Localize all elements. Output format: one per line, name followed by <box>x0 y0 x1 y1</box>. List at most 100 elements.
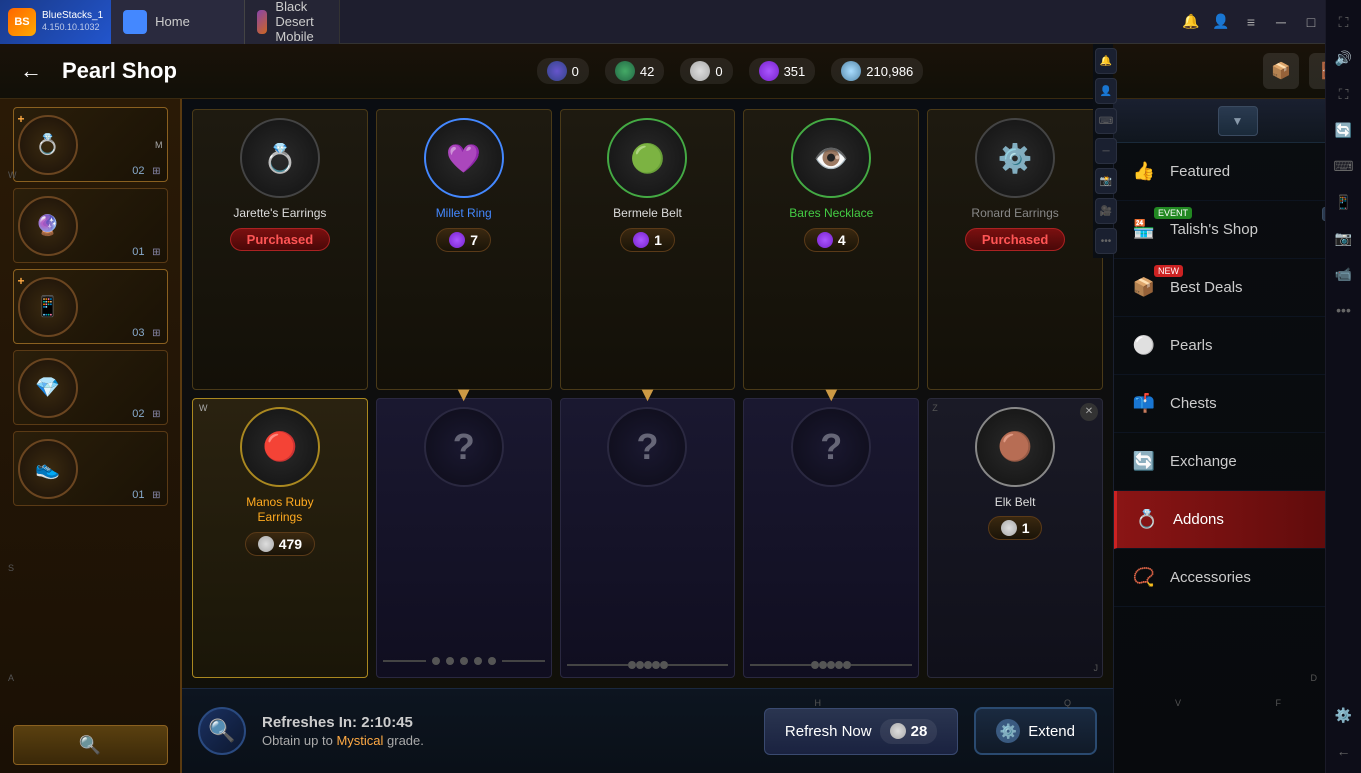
bottom-search-icon[interactable]: 🔍 <box>198 707 246 755</box>
camera2-icon[interactable]: 📷 <box>1330 224 1358 252</box>
nav-item-talish[interactable]: 🏪 Talish's Shop EVENT Tab <box>1114 201 1361 259</box>
currency-moon: 0 <box>537 58 589 84</box>
item-card-mystery-2[interactable]: ? <box>560 398 736 679</box>
bluestacks-logo[interactable]: BS BlueStacks_1 4.150.10.1032 <box>0 0 111 44</box>
nav-item-featured[interactable]: 👍 Featured <box>1114 143 1361 201</box>
item-img-bares: 👁️ <box>791 118 871 198</box>
pearl-white-icon <box>690 61 710 81</box>
expand-icon[interactable]: ⛶ <box>1330 8 1358 36</box>
close-icon-elk[interactable]: ✕ <box>1080 403 1098 421</box>
price-value-bares: 4 <box>838 232 846 248</box>
mystery-circle-2: ? <box>607 407 687 487</box>
pearl-purple-icon <box>759 61 779 81</box>
nav-item-chests[interactable]: 📫 Chests <box>1114 375 1361 433</box>
extend-button[interactable]: ⚙️ Extend <box>974 707 1097 755</box>
item-card-jarettes[interactable]: 💍 Jarette's Earrings Purchased ▼ <box>192 109 368 390</box>
item-price-millet: 7 <box>436 228 491 252</box>
arrow-bermele: ▼ <box>638 384 658 407</box>
ctrl-btn-4[interactable]: ─ <box>1095 138 1117 164</box>
silver-value: 210,986 <box>866 64 913 79</box>
header-bar: ← Pearl Shop 0 42 0 351 210,986 <box>0 44 1361 99</box>
refresh-obtain: Obtain up to <box>262 733 336 748</box>
item-card-millet[interactable]: 💜 Millet Ring 7 ▼ <box>376 109 552 390</box>
item-name-millet: Millet Ring <box>436 206 492 222</box>
item-img-elk: 🟤 <box>975 407 1055 487</box>
price-value-elk: 1 <box>1022 520 1030 536</box>
item-img-bermele: 🟢 <box>607 118 687 198</box>
pearl-white-value: 0 <box>715 64 722 79</box>
item-card-ronard[interactable]: ⚙️ Ronard Earrings Purchased <box>927 109 1103 390</box>
item-card-manos[interactable]: 🔴 Manos RubyEarrings 479 W <box>192 398 368 679</box>
sound-icon[interactable]: 🔊 <box>1330 44 1358 72</box>
mystery-mark-1: ? <box>453 426 475 468</box>
more-icon[interactable]: ••• <box>1330 296 1358 324</box>
item-name-bermele: Bermele Belt <box>613 206 682 222</box>
nav-item-accessories[interactable]: 📿 Accessories <box>1114 549 1361 607</box>
inventory-icon-btn[interactable]: 📦 <box>1263 53 1299 89</box>
ctrl-btn-7[interactable]: ••• <box>1095 228 1117 254</box>
dropdown-header[interactable]: ▼ <box>1114 99 1361 143</box>
slot-4-img: 💎 <box>18 358 78 418</box>
equip-slot-4[interactable]: 💎 02 ⊞ <box>13 350 168 425</box>
item-card-elk[interactable]: 🟤 Elk Belt 1 ✕ J Z <box>927 398 1103 679</box>
phone-icon[interactable]: 📱 <box>1330 188 1358 216</box>
item-card-mystery-3[interactable]: ? <box>743 398 919 679</box>
equip-slot-5[interactable]: 👟 01 ⊞ <box>13 431 168 506</box>
refresh-now-label: Refresh Now <box>785 723 872 740</box>
item-price-bares: 4 <box>804 228 859 252</box>
settings-icon[interactable]: ⚙️ <box>1330 701 1358 729</box>
price-value-bermele: 1 <box>654 232 662 248</box>
nav-item-pearls[interactable]: ⚪ Pearls ▲ <box>1114 317 1361 375</box>
nav-item-best-deals[interactable]: 📦 Best Deals NEW ▼ <box>1114 259 1361 317</box>
equip-slot-3[interactable]: + 📱 03 ⊞ <box>13 269 168 344</box>
corner-key-w: W <box>8 170 17 180</box>
bs-outer-panel: ⛶ 🔊 ⛶ 🔄 ⌨ 📱 📷 📹 ••• ⚙️ ← <box>1325 0 1361 773</box>
item-card-bares[interactable]: 👁️ Bares Necklace 4 ▼ <box>743 109 919 390</box>
ctrl-btn-2[interactable]: 👤 <box>1095 78 1117 104</box>
menu-icon[interactable]: ≡ <box>1241 12 1261 32</box>
ctrl-btn-5[interactable]: 📸 <box>1095 168 1117 194</box>
pearls-icon: ⚪ <box>1130 332 1158 360</box>
pearl-purple-value: 351 <box>784 64 806 79</box>
equip-slot-1[interactable]: + 💍 M 02 ⊞ <box>13 107 168 182</box>
nav-label-best-deals: Best Deals <box>1170 279 1243 296</box>
rotate-icon[interactable]: 🔄 <box>1330 116 1358 144</box>
slot-5-img: 👟 <box>18 439 78 499</box>
back-nav-icon[interactable]: ← <box>1330 737 1358 765</box>
nav-item-addons[interactable]: 💍 Addons ▲ <box>1114 491 1361 549</box>
game-icon <box>257 10 268 34</box>
bell-icon[interactable]: 🔔 <box>1181 12 1201 32</box>
key-f: F <box>1276 698 1282 708</box>
mystery-mark-2: ? <box>636 426 658 468</box>
mystery-mid-1 <box>383 657 545 665</box>
ctrl-btn-1[interactable]: 🔔 <box>1095 48 1117 74</box>
refresh-now-button[interactable]: Refresh Now 28 <box>764 708 958 755</box>
ctrl-btn-3[interactable]: ⌨ <box>1095 108 1117 134</box>
ctrl-btn-6[interactable]: 🎥 <box>1095 198 1117 224</box>
equip-slot-2[interactable]: 🔮 01 ⊞ <box>13 188 168 263</box>
home-tab[interactable]: Home <box>111 0 245 44</box>
back-button[interactable]: ← <box>16 56 46 86</box>
game-tab[interactable]: Black Desert Mobile <box>245 0 340 44</box>
shield-value: 42 <box>640 64 654 79</box>
slot-2-num: 01 <box>132 246 144 258</box>
right-sidebar: ▼ 👍 Featured 🏪 Talish's Shop EVENT Tab 📦… <box>1113 99 1361 773</box>
slot-5-num: 01 <box>132 489 144 501</box>
price-icon-bares <box>817 232 833 248</box>
slot-1-letter: M <box>155 140 163 150</box>
gear-icon: ⚙️ <box>996 719 1020 743</box>
minimize-btn[interactable]: ─ <box>1271 12 1291 32</box>
arrow-bares: ▼ <box>821 384 841 407</box>
restore-btn[interactable]: □ <box>1301 12 1321 32</box>
slot-3-img: 📱 <box>18 277 78 337</box>
corner-key-s: S <box>8 563 14 573</box>
keyboard-icon[interactable]: ⌨ <box>1330 152 1358 180</box>
video-icon[interactable]: 📹 <box>1330 260 1358 288</box>
nav-item-exchange[interactable]: 🔄 Exchange <box>1114 433 1361 491</box>
item-card-bermele[interactable]: 🟢 Bermele Belt 1 ▼ <box>560 109 736 390</box>
account-icon[interactable]: 👤 <box>1211 12 1231 32</box>
fullscreen-icon[interactable]: ⛶ <box>1330 80 1358 108</box>
item-card-mystery-1[interactable]: ? <box>376 398 552 679</box>
search-button[interactable]: 🔍 <box>13 725 168 765</box>
addons-icon: 💍 <box>1133 506 1161 534</box>
